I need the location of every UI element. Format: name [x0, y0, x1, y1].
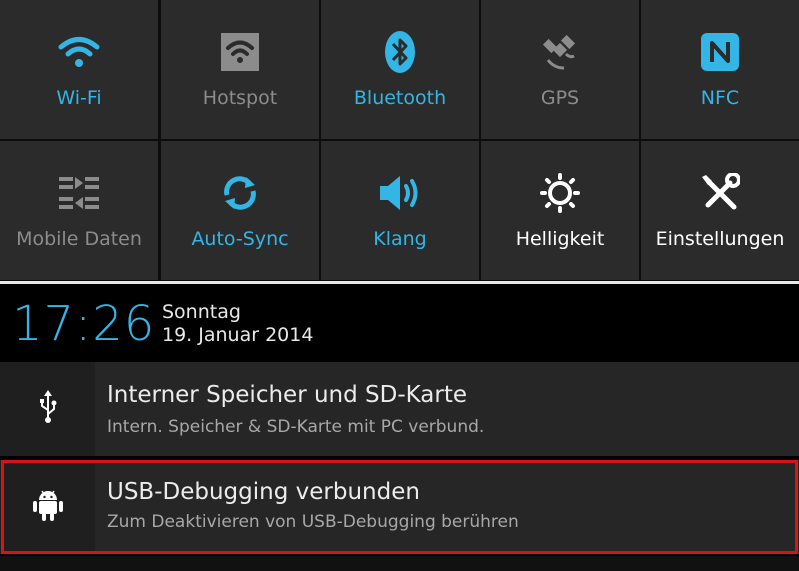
bottom-strip	[0, 556, 799, 571]
tile-gps[interactable]: GPS	[481, 0, 639, 139]
tile-label: Auto-Sync	[191, 228, 289, 250]
tile-mobile-data[interactable]: Mobile Daten	[0, 141, 158, 280]
notification-usb-storage[interactable]: Interner Speicher und SD-Karte Intern. S…	[0, 362, 799, 456]
settings-tools-icon	[698, 171, 742, 215]
tile-hotspot[interactable]: Hotspot	[161, 0, 319, 139]
tile-klang[interactable]: Klang	[321, 141, 479, 280]
tile-bluetooth[interactable]: Bluetooth	[321, 0, 479, 139]
tile-label: Mobile Daten	[16, 228, 142, 250]
tile-label: NFC	[700, 87, 740, 109]
nfc-icon	[698, 30, 742, 74]
tile-label: Hotspot	[202, 87, 278, 109]
tile-helligkeit[interactable]: Helligkeit	[481, 141, 639, 280]
tile-label: Wi-Fi	[56, 87, 102, 109]
date-full: 19. Januar 2014	[162, 324, 314, 346]
tile-einstellungen[interactable]: Einstellungen	[641, 141, 799, 280]
notification-title: USB-Debugging verbunden	[107, 479, 420, 505]
mobile-data-icon	[57, 171, 101, 215]
tile-label: GPS	[540, 87, 580, 109]
bluetooth-icon	[378, 30, 422, 74]
notification-text: Zum Deaktivieren von USB-Debugging berüh…	[107, 512, 519, 532]
volume-icon	[378, 171, 422, 215]
notification-icon-area	[0, 362, 95, 456]
usb-icon	[38, 390, 58, 428]
tile-label: Helligkeit	[515, 228, 605, 250]
tile-label: Bluetooth	[353, 87, 447, 109]
date-weekday: Sonntag	[162, 301, 241, 323]
tile-label: Einstellungen	[655, 228, 785, 250]
tile-nfc[interactable]: NFC	[641, 0, 799, 139]
gps-icon	[538, 30, 582, 74]
tile-auto-sync[interactable]: Auto-Sync	[161, 141, 319, 280]
android-icon	[32, 488, 63, 526]
hotspot-icon	[218, 30, 262, 74]
sync-icon	[218, 171, 262, 215]
notification-text: Intern. Speicher & SD-Karte mit PC verbu…	[107, 417, 485, 437]
tile-label: Klang	[373, 228, 427, 250]
tile-wifi[interactable]: Wi-Fi	[0, 0, 158, 139]
quick-settings-panel: Wi-Fi Hotspot Bluetooth GPS NFC Mobile D…	[0, 0, 799, 281]
clock-time[interactable]: 17:26	[12, 296, 155, 352]
notification-title: Interner Speicher und SD-Karte	[107, 382, 468, 408]
notification-usb-debugging[interactable]: USB-Debugging verbunden Zum Deaktivieren…	[0, 460, 799, 554]
notification-icon-area	[0, 460, 95, 554]
wifi-icon	[57, 30, 101, 74]
brightness-icon	[538, 171, 582, 215]
